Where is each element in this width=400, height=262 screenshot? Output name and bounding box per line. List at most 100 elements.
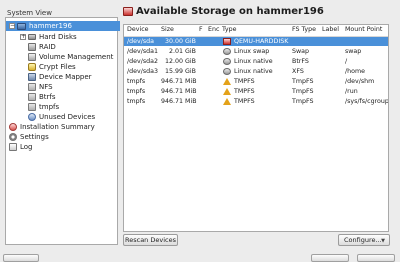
column-header-device[interactable]: Device — [127, 26, 149, 33]
cell-device: /dev/sda2 — [127, 58, 158, 65]
cell-fs-type: BtrFS — [292, 58, 309, 65]
tree-item-nfs[interactable]: NFS — [28, 82, 53, 92]
tree-item-label: Settings — [20, 133, 49, 141]
tree-item-label: Hard Disks — [39, 33, 77, 41]
tmpfs-icon — [223, 88, 231, 95]
system-view-label: System View — [7, 9, 52, 17]
tree-item-label: Btrfs — [39, 93, 56, 101]
filesystem-icon — [28, 93, 36, 101]
cell-type: Linux swap — [234, 48, 270, 55]
device-table[interactable]: Device Size F Enc Type FS Type Label Mou… — [123, 24, 389, 232]
tree-item-label: NFS — [39, 83, 53, 91]
tree-item-label: Crypt Files — [39, 63, 76, 71]
page-title: Available Storage on hammer196 — [136, 6, 324, 17]
cell-size: 2.01 GiB — [169, 48, 196, 55]
column-header-format[interactable]: F — [199, 26, 203, 33]
cell-mount-point: /run — [345, 88, 358, 95]
cell-type: QEMU-HARDDISK — [234, 38, 289, 45]
table-row[interactable]: tmpfs 946.71 MiB TMPFS TmpFS /dev/shm — [124, 77, 388, 86]
expand-toggle[interactable]: + — [20, 34, 26, 40]
tree-item-hard-disks[interactable]: + Hard Disks — [20, 32, 77, 42]
tree-item-label: Device Mapper — [39, 73, 92, 81]
tree-item-tmpfs[interactable]: tmpfs — [28, 102, 59, 112]
settings-icon — [9, 133, 17, 141]
swap-icon — [223, 48, 231, 55]
tree-item-hammer196[interactable]: − hammer196 — [6, 21, 120, 31]
cell-mount-point: /sys/fs/cgroup — [345, 98, 389, 105]
column-header-label[interactable]: Label — [322, 26, 339, 33]
table-row[interactable]: tmpfs 946.71 MiB TMPFS TmpFS /run — [124, 87, 388, 96]
tree-item-label: Unused Devices — [39, 113, 96, 121]
filesystem-icon — [28, 103, 36, 111]
configure-button[interactable]: Configure... ▼ — [338, 234, 390, 246]
table-row[interactable]: /dev/sda2 12.00 GiB Linux native BtrFS / — [124, 57, 388, 66]
cell-size: 946.71 MiB — [161, 78, 197, 85]
tree-item-label: tmpfs — [39, 103, 60, 111]
table-row[interactable]: /dev/sda 30.00 GiB QEMU-HARDDISK — [124, 37, 388, 46]
cell-fs-type: TmpFS — [292, 88, 314, 95]
log-icon — [9, 143, 17, 151]
cell-mount-point: /home — [345, 68, 365, 75]
summary-icon — [9, 123, 17, 131]
cell-type: Linux native — [234, 58, 273, 65]
table-header: Device Size F Enc Type FS Type Label Mou… — [124, 25, 388, 37]
cell-fs-type: XFS — [292, 68, 304, 75]
tree-item-raid[interactable]: RAID — [28, 42, 56, 52]
unused-icon — [28, 113, 36, 121]
cell-type: TMPFS — [234, 98, 255, 105]
cell-type: TMPFS — [234, 88, 255, 95]
cell-device: tmpfs — [127, 88, 146, 95]
raid-icon — [28, 43, 36, 51]
column-header-fs-type[interactable]: FS Type — [292, 26, 316, 33]
tree-item-label: hammer196 — [29, 22, 72, 30]
tree-item-label: Volume Management — [39, 53, 114, 61]
tree-item-label: Log — [20, 143, 33, 151]
tree-item-device-mapper[interactable]: Device Mapper — [28, 72, 92, 82]
chevron-down-icon: ▼ — [381, 238, 385, 244]
cell-device: /dev/sda3 — [127, 68, 158, 75]
cell-size: 946.71 MiB — [161, 98, 197, 105]
cell-fs-type: Swap — [292, 48, 310, 55]
tree-item-crypt-files[interactable]: Crypt Files — [28, 62, 76, 72]
column-header-size[interactable]: Size — [161, 26, 174, 33]
tree-item-settings[interactable]: Settings — [9, 132, 49, 142]
filesystem-icon — [28, 83, 36, 91]
cell-device: tmpfs — [127, 98, 146, 105]
cell-device: tmpfs — [127, 78, 146, 85]
tree-item-volume-management[interactable]: Volume Management — [28, 52, 113, 62]
table-row[interactable]: tmpfs 946.71 MiB TMPFS TmpFS /sys/fs/cgr… — [124, 97, 388, 106]
column-header-type[interactable]: Type — [222, 26, 236, 33]
collapse-toggle[interactable]: − — [9, 23, 15, 29]
cell-fs-type: TmpFS — [292, 98, 314, 105]
cell-size: 946.71 MiB — [161, 88, 197, 95]
cell-mount-point: swap — [345, 48, 362, 55]
cell-mount-point: /dev/shm — [345, 78, 375, 85]
tree-item-btrfs[interactable]: Btrfs — [28, 92, 56, 102]
tree-item-label: RAID — [39, 43, 56, 51]
cell-device: /dev/sda1 — [127, 48, 158, 55]
harddisk-icon — [223, 38, 231, 45]
tree-item-unused-devices[interactable]: Unused Devices — [28, 112, 95, 122]
cell-type: Linux native — [234, 68, 273, 75]
bottom-left-button[interactable] — [3, 254, 39, 262]
table-row[interactable]: /dev/sda1 2.01 GiB Linux swap Swap swap — [124, 47, 388, 56]
native-icon — [223, 58, 231, 65]
bottom-middle-button[interactable] — [311, 254, 349, 262]
tmpfs-icon — [223, 78, 231, 85]
crypt-icon — [28, 63, 36, 71]
cell-mount-point: / — [345, 58, 348, 65]
rescan-devices-button[interactable]: Rescan Devices — [123, 234, 178, 246]
tmpfs-icon — [223, 98, 231, 105]
column-header-mount-point[interactable]: Mount Point — [345, 26, 382, 33]
tree-item-log[interactable]: Log — [9, 142, 33, 152]
computer-icon — [17, 22, 26, 30]
configure-button-label: Configure... — [344, 236, 382, 244]
cell-size: 15.99 GiB — [165, 68, 196, 75]
table-row[interactable]: /dev/sda3 15.99 GiB Linux native XFS /ho… — [124, 67, 388, 76]
system-view-tree[interactable]: − hammer196 + Hard Disks RAID Volume Man… — [5, 17, 120, 245]
column-header-encrypted[interactable]: Enc — [208, 26, 219, 33]
bottom-right-button[interactable] — [357, 254, 395, 262]
tree-item-installation-summary[interactable]: Installation Summary — [9, 122, 95, 132]
cell-size: 12.00 GiB — [165, 58, 196, 65]
page-header: Available Storage on hammer196 — [123, 6, 324, 17]
